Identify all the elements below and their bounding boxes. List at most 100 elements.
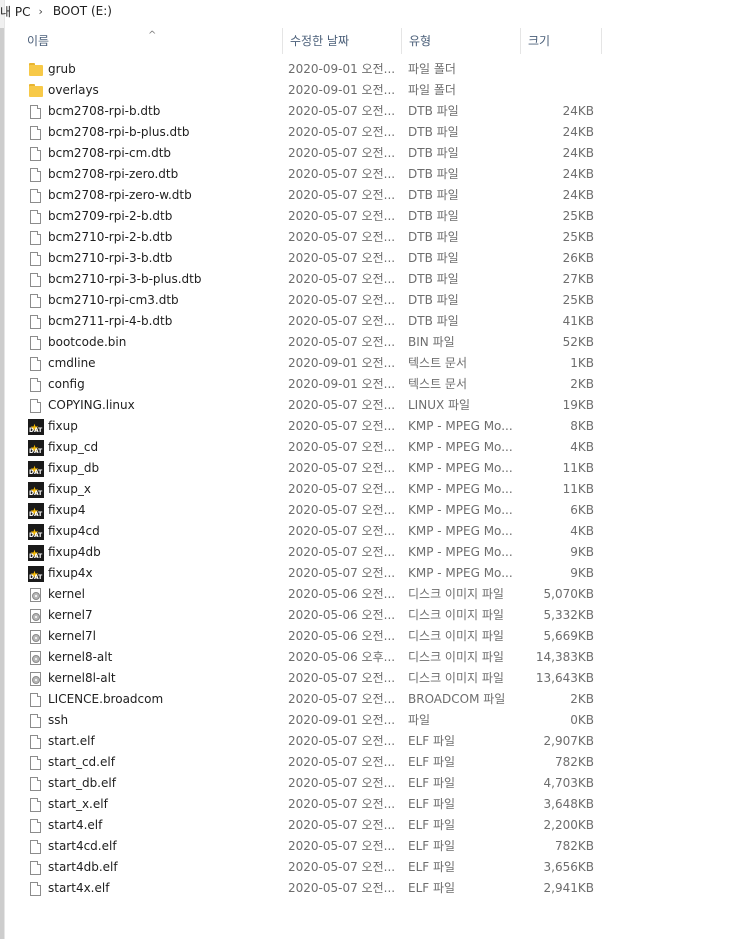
file-date: 2020-09-01 오전...	[288, 83, 396, 97]
file-row[interactable]: COPYING.linux 2020-05-07 오전... LINUX 파일 19K…	[20, 395, 620, 416]
file-row[interactable]: ★ DAT fixup_db 2020-05-07 오전... KMP - MPEG M…	[20, 458, 620, 479]
breadcrumb[interactable]: 내 PC › BOOT (E:)	[0, 0, 731, 22]
file-row[interactable]: bootcode.bin 2020-05-07 오전... BIN 파일 52KB	[20, 332, 620, 353]
file-row[interactable]: start.elf 2020-05-07 오전... ELF 파일 2,907KB	[20, 731, 620, 752]
column-header-type-label: 유형	[409, 34, 432, 48]
file-name: bcm2708-rpi-zero.dtb	[48, 167, 179, 181]
file-name: start4db.elf	[48, 860, 118, 874]
file-row[interactable]: ★ DAT fixup_x 2020-05-07 오전... KMP - MPEG Mo…	[20, 479, 620, 500]
file-date: 2020-05-07 오전...	[288, 734, 396, 748]
scrollbar-thumb[interactable]	[0, 28, 4, 939]
file-row[interactable]: start4.elf 2020-05-07 오전... ELF 파일 2,200KB	[20, 815, 620, 836]
breadcrumb-separator-icon[interactable]: ›	[38, 5, 42, 18]
file-row[interactable]: bcm2711-rpi-4-b.dtb 2020-05-07 오전... DTB 파…	[20, 311, 620, 332]
breadcrumb-this-pc[interactable]: 내 PC	[0, 3, 30, 20]
file-row[interactable]: ★ DAT fixup4db 2020-05-07 오전... KMP - MPEG M…	[20, 542, 620, 563]
file-date: 2020-05-07 오전...	[288, 335, 396, 349]
file-row[interactable]: start_cd.elf 2020-05-07 오전... ELF 파일 782KB	[20, 752, 620, 773]
file-name: COPYING.linux	[48, 398, 135, 412]
file-name: fixup4db	[48, 545, 101, 559]
file-row[interactable]: ★ DAT fixup4 2020-05-07 오전... KMP - MPEG Mo.…	[20, 500, 620, 521]
file-row[interactable]: bcm2708-rpi-cm.dtb 2020-05-07 오전... DTB 파일…	[20, 143, 620, 164]
file-date: 2020-05-06 오전...	[288, 587, 396, 601]
file-name: bcm2710-rpi-2-b.dtb	[48, 230, 173, 244]
file-row[interactable]: kernel8l-alt 2020-05-07 오전... 디스크 이미지 파일 13…	[20, 668, 620, 689]
column-header-date[interactable]: 수정한 날짜	[282, 28, 402, 54]
file-type: 파일	[408, 713, 431, 727]
file-row[interactable]: bcm2710-rpi-2-b.dtb 2020-05-07 오전... DTB 파…	[20, 227, 620, 248]
file-icon	[28, 818, 44, 834]
file-date: 2020-05-07 오전...	[288, 188, 396, 202]
file-date: 2020-05-07 오전...	[288, 440, 396, 454]
file-row[interactable]: bcm2710-rpi-cm3.dtb 2020-05-07 오전... DTB 파…	[20, 290, 620, 311]
file-row[interactable]: ★ DAT fixup_cd 2020-05-07 오전... KMP - MPEG M…	[20, 437, 620, 458]
file-icon	[28, 230, 44, 246]
file-row[interactable]: ★ DAT fixup4x 2020-05-07 오전... KMP - MPEG Mo…	[20, 563, 620, 584]
file-row[interactable]: start_db.elf 2020-05-07 오전... ELF 파일 4,703K…	[20, 773, 620, 794]
file-name: fixup4x	[48, 566, 93, 580]
file-size: 27KB	[562, 272, 594, 286]
file-row[interactable]: kernel 2020-05-06 오전... 디스크 이미지 파일 5,070KB	[20, 584, 620, 605]
file-row[interactable]: kernel7l 2020-05-06 오전... 디스크 이미지 파일 5,669K…	[20, 626, 620, 647]
breadcrumb-boot-drive[interactable]: BOOT (E:)	[53, 4, 112, 18]
file-date: 2020-05-07 오전...	[288, 314, 396, 328]
file-size: 2,941KB	[543, 881, 594, 895]
file-icon	[28, 713, 44, 729]
file-row[interactable]: ★ DAT fixup4cd 2020-05-07 오전... KMP - MPEG M…	[20, 521, 620, 542]
file-name: fixup4cd	[48, 524, 100, 538]
file-row[interactable]: config 2020-09-01 오전... 텍스트 문서 2KB	[20, 374, 620, 395]
file-icon	[28, 335, 44, 351]
file-row[interactable]: cmdline 2020-09-01 오전... 텍스트 문서 1KB	[20, 353, 620, 374]
file-icon	[28, 314, 44, 330]
file-type: ELF 파일	[408, 818, 456, 832]
dat-file-icon: ★ DAT	[28, 524, 44, 540]
column-header: 이름 ^ 수정한 날짜 유형 크기	[20, 28, 602, 54]
file-date: 2020-05-07 오전...	[288, 524, 396, 538]
column-header-size[interactable]: 크기	[520, 28, 602, 54]
file-row[interactable]: overlays 2020-09-01 오전... 파일 폴더	[20, 80, 620, 101]
file-date: 2020-05-07 오전...	[288, 230, 396, 244]
column-header-name[interactable]: 이름 ^	[20, 28, 280, 54]
file-row[interactable]: bcm2710-rpi-3-b.dtb 2020-05-07 오전... DTB 파…	[20, 248, 620, 269]
dat-file-icon: ★ DAT	[28, 440, 44, 456]
file-row[interactable]: bcm2708-rpi-zero-w.dtb 2020-05-07 오전... DT…	[20, 185, 620, 206]
file-icon	[28, 356, 44, 372]
file-size: 4KB	[570, 440, 594, 454]
column-header-type[interactable]: 유형	[401, 28, 521, 54]
file-row[interactable]: kernel7 2020-05-06 오전... 디스크 이미지 파일 5,332KB	[20, 605, 620, 626]
file-name: kernel8l-alt	[48, 671, 116, 685]
file-row[interactable]: bcm2708-rpi-b.dtb 2020-05-07 오전... DTB 파일 2…	[20, 101, 620, 122]
file-type: KMP - MPEG Mo...	[408, 419, 513, 433]
file-type: ELF 파일	[408, 797, 456, 811]
file-row[interactable]: ★ DAT fixup 2020-05-07 오전... KMP - MPEG Mo..…	[20, 416, 620, 437]
file-row[interactable]: start4db.elf 2020-05-07 오전... ELF 파일 3,656K…	[20, 857, 620, 878]
nav-pane-scrollbar[interactable]	[0, 0, 5, 939]
file-row[interactable]: start4cd.elf 2020-05-07 오전... ELF 파일 782KB	[20, 836, 620, 857]
file-size: 782KB	[554, 839, 594, 853]
file-row[interactable]: start4x.elf 2020-05-07 오전... ELF 파일 2,941KB	[20, 878, 620, 899]
file-size: 2,907KB	[543, 734, 594, 748]
column-header-name-label: 이름	[27, 34, 50, 48]
file-row[interactable]: grub 2020-09-01 오전... 파일 폴더	[20, 59, 620, 80]
file-row[interactable]: LICENCE.broadcom 2020-05-07 오전... BROADCOM…	[20, 689, 620, 710]
file-size: 24KB	[562, 167, 594, 181]
file-icon	[28, 881, 44, 897]
file-row[interactable]: bcm2709-rpi-2-b.dtb 2020-05-07 오전... DTB 파…	[20, 206, 620, 227]
file-size: 5,070KB	[543, 587, 594, 601]
file-row[interactable]: bcm2708-rpi-zero.dtb 2020-05-07 오전... DTB …	[20, 164, 620, 185]
file-type: KMP - MPEG Mo...	[408, 461, 513, 475]
disc-image-icon	[28, 587, 44, 603]
file-row[interactable]: ssh 2020-09-01 오전... 파일 0KB	[20, 710, 620, 731]
file-row[interactable]: kernel8-alt 2020-05-06 오후... 디스크 이미지 파일 14,…	[20, 647, 620, 668]
file-icon	[28, 377, 44, 393]
file-row[interactable]: start_x.elf 2020-05-07 오전... ELF 파일 3,648KB	[20, 794, 620, 815]
file-row[interactable]: bcm2710-rpi-3-b-plus.dtb 2020-05-07 오전...…	[20, 269, 620, 290]
file-name: fixup_cd	[48, 440, 99, 454]
file-icon	[28, 146, 44, 162]
file-date: 2020-05-07 오전...	[288, 251, 396, 265]
file-name: start_cd.elf	[48, 755, 115, 769]
file-type: ELF 파일	[408, 860, 456, 874]
file-name: start4cd.elf	[48, 839, 117, 853]
file-row[interactable]: bcm2708-rpi-b-plus.dtb 2020-05-07 오전... DT…	[20, 122, 620, 143]
file-type: DTB 파일	[408, 146, 459, 160]
